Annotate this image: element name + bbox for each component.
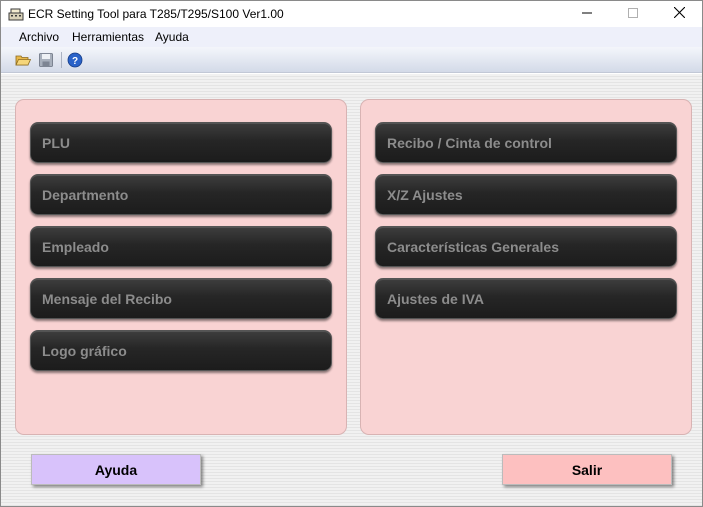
menu-ayuda[interactable]: Ayuda	[155, 30, 189, 44]
toolbar: ?	[1, 47, 702, 73]
menu-bar: Archivo Herramientas Ayuda	[1, 27, 702, 47]
title-bar: ECR Setting Tool para T285/T295/S100 Ver…	[1, 1, 702, 27]
menu-archivo[interactable]: Archivo	[19, 30, 59, 44]
xz-settings-button[interactable]: X/Z Ajustes	[375, 174, 677, 215]
close-icon	[673, 5, 685, 23]
left-function-panel: PLU Departmento Empleado Mensaje del Rec…	[15, 99, 347, 435]
menu-herramientas[interactable]: Herramientas	[72, 30, 144, 44]
plu-button[interactable]: PLU	[30, 122, 332, 163]
open-folder-icon[interactable]	[15, 52, 32, 68]
general-features-button[interactable]: Características Generales	[375, 226, 677, 267]
graphic-logo-button[interactable]: Logo gráfico	[30, 330, 332, 371]
receipt-journal-button[interactable]: Recibo / Cinta de control	[375, 122, 677, 163]
toolbar-separator	[61, 52, 62, 68]
help-button[interactable]: Ayuda	[31, 454, 201, 485]
receipt-message-button[interactable]: Mensaje del Recibo	[30, 278, 332, 319]
app-window: ECR Setting Tool para T285/T295/S100 Ver…	[0, 0, 703, 507]
maximize-icon	[628, 5, 638, 23]
main-area: PLU Departmento Empleado Mensaje del Rec…	[1, 74, 702, 506]
save-icon[interactable]	[38, 52, 54, 68]
minimize-button[interactable]	[564, 1, 610, 27]
exit-button[interactable]: Salir	[502, 454, 672, 485]
svg-text:?: ?	[72, 56, 78, 67]
department-button[interactable]: Departmento	[30, 174, 332, 215]
minimize-icon	[582, 5, 592, 23]
close-button[interactable]	[656, 1, 702, 27]
right-function-panel: Recibo / Cinta de control X/Z Ajustes Ca…	[360, 99, 692, 435]
maximize-button[interactable]	[610, 1, 656, 27]
cash-register-icon	[8, 7, 24, 21]
employee-button[interactable]: Empleado	[30, 226, 332, 267]
window-title: ECR Setting Tool para T285/T295/S100 Ver…	[28, 7, 284, 21]
vat-settings-button[interactable]: Ajustes de IVA	[375, 278, 677, 319]
help-icon[interactable]: ?	[67, 52, 83, 68]
